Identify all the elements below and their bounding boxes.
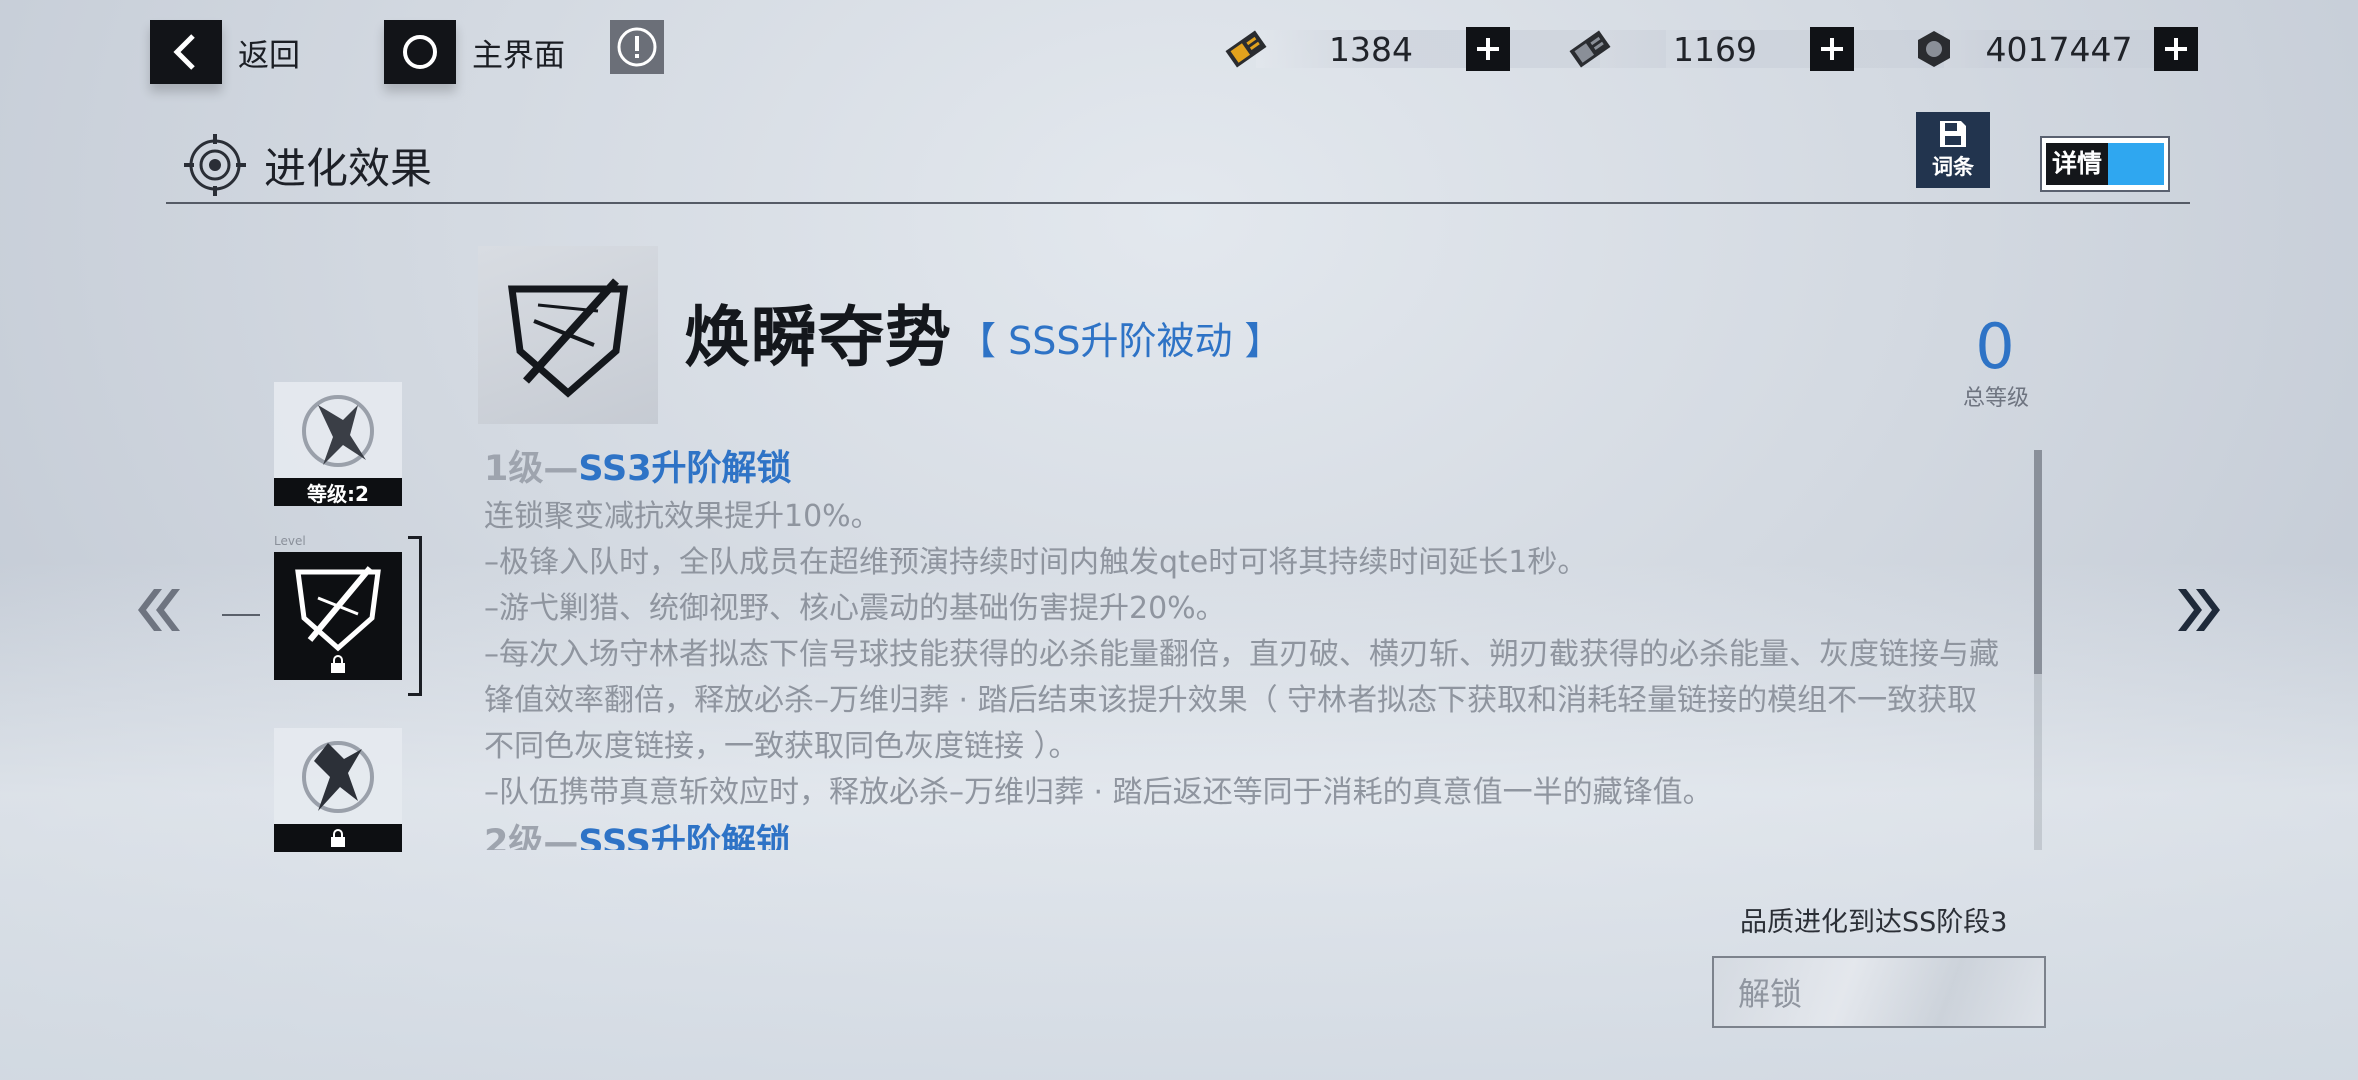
home-label: 主界面 xyxy=(472,37,565,74)
exclamation-icon xyxy=(617,27,657,67)
description-line: –每次入场守林者拟态下信号球技能获得的必杀能量翻倍，直刃破、横刃斩、朔刃截获得的… xyxy=(484,637,1999,764)
double-chevron-right-icon xyxy=(2178,589,2220,631)
warrior-figure-icon xyxy=(274,728,402,824)
section-title: 进化效果 xyxy=(182,132,432,198)
plus-icon xyxy=(2165,38,2187,60)
resource-value: 4017447 xyxy=(1985,29,2133,69)
total-level-label: 总等级 xyxy=(1962,386,2029,411)
back-label: 返回 xyxy=(238,37,300,74)
lock-icon xyxy=(331,655,345,673)
selection-connector xyxy=(222,614,260,616)
back-button[interactable]: 返回 xyxy=(150,20,300,84)
lock-icon xyxy=(331,829,345,847)
add-dark-ticket-button[interactable] xyxy=(1810,27,1854,71)
save-disk-icon xyxy=(1940,121,1966,147)
selection-bracket xyxy=(408,536,422,696)
level-1-heading: 1级—SS3升阶解锁 xyxy=(484,449,792,489)
next-arrow-button[interactable] xyxy=(2168,578,2228,642)
description-line: –游弋剿猎、统御视野、核心震动的基础伤害提升20%。 xyxy=(484,591,1226,626)
crest-sword-icon xyxy=(508,278,628,398)
section-title-text: 进化效果 xyxy=(264,143,433,193)
dark-ticket-icon xyxy=(1560,22,1620,76)
add-nut-button[interactable] xyxy=(2154,27,2198,71)
skill-name: 焕瞬夺势 xyxy=(684,299,952,376)
detail-toggle-label: 详情 xyxy=(2046,143,2109,185)
prev-arrow-button[interactable] xyxy=(130,578,190,642)
description-scroll-thumb[interactable] xyxy=(2034,450,2042,674)
add-gold-ticket-button[interactable] xyxy=(1466,27,1510,71)
skill-list-item-3[interactable] xyxy=(274,728,402,852)
detail-toggle[interactable]: 详情 xyxy=(2040,136,2170,192)
description-line: –队伍携带真意斩效应时，释放必杀–万维归葬 · 踏后返还等同于消耗的真意值一半的… xyxy=(484,775,1713,810)
resource-value: 1384 xyxy=(1329,29,1413,69)
resource-value: 1169 xyxy=(1673,29,1757,69)
total-level-value: 0 xyxy=(1975,310,2015,383)
double-chevron-left-icon xyxy=(138,589,180,631)
plus-icon xyxy=(1821,38,1843,60)
home-button[interactable]: 主界面 xyxy=(384,20,565,84)
back-arrow-icon xyxy=(150,20,222,84)
unlock-requirement: 品质进化到达SS阶段3 xyxy=(1740,907,2008,938)
crest-sword-icon xyxy=(295,566,381,652)
skill-list-item-2-selected[interactable] xyxy=(274,552,402,680)
skill-tag: 【 SSS升阶被动 】 xyxy=(958,319,1283,363)
home-circle-icon xyxy=(384,20,456,84)
dancer-figure-icon xyxy=(274,382,402,478)
description-line: 连锁聚变减抗效果提升10%。 xyxy=(484,499,881,534)
plus-icon xyxy=(1477,38,1499,60)
description-line: –极锋入队时，全队成员在超维预演持续时间内触发qte时可将其持续时间延长1秒。 xyxy=(484,545,1588,580)
info-button[interactable] xyxy=(610,20,664,74)
unlock-button-label: 解锁 xyxy=(1738,975,1803,1013)
nut-icon xyxy=(1904,22,1964,76)
skill-emblem xyxy=(478,246,658,424)
gold-ticket-icon xyxy=(1216,22,1276,76)
skill-description[interactable]: 1级—SS3升阶解锁 连锁聚变减抗效果提升10%。 –极锋入队时，全队成员在超维… xyxy=(484,444,2004,850)
term-button[interactable]: 词条 xyxy=(1916,112,1990,188)
skill-level-label: 等级:2 xyxy=(274,478,402,506)
detail-toggle-switch xyxy=(2108,143,2164,185)
level-2-heading: 2级—SSS升阶解锁 xyxy=(484,823,791,850)
skill-lock-footer xyxy=(274,824,402,852)
header-divider xyxy=(166,202,2190,204)
skill-list-item-1[interactable]: 等级:2 xyxy=(274,382,402,506)
resource-nut: 4017447 xyxy=(1904,22,2214,76)
level-mark: Level xyxy=(274,534,306,548)
term-button-label: 词条 xyxy=(1932,155,1974,179)
unlock-button[interactable]: 解锁 xyxy=(1712,956,2046,1028)
evolution-gear-icon xyxy=(184,134,246,196)
